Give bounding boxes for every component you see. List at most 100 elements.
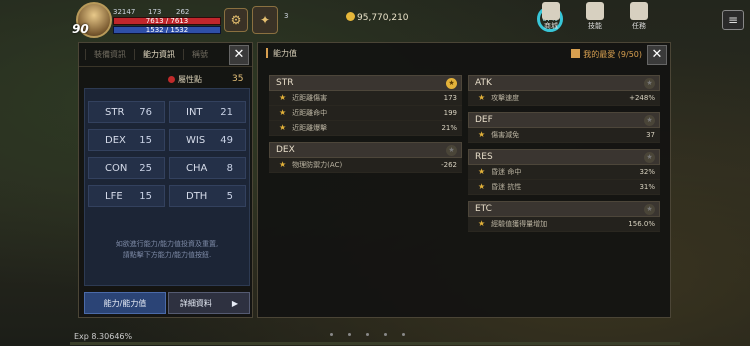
shop-icon[interactable]: 商城 (536, 2, 566, 31)
stat-lfe: LFE 15 (88, 185, 165, 207)
stat-name: CHA (186, 162, 208, 174)
stat-row: ★ 近距離傷害 173 (269, 91, 462, 106)
mini-stat-c: 262 (176, 8, 190, 16)
stat-value: 8 (226, 162, 233, 174)
stat-dex: DEX 15 (88, 129, 165, 151)
stat-value: 25 (139, 162, 152, 174)
attribute-label: 屬性點 (178, 75, 202, 84)
row-value: +248% (629, 94, 655, 102)
row-label: 攻擊速度 (491, 94, 520, 102)
buff-icon[interactable]: ✦ (252, 6, 278, 34)
attribute-points-label: 屬性點 (168, 74, 202, 85)
row-label: 近距離爆擊 (292, 124, 328, 132)
stat-name: CON (105, 162, 128, 174)
group-name: DEF (475, 115, 493, 125)
stat-wis: WIS 49 (169, 129, 246, 151)
detail-button[interactable]: 詳細資料 ▶ (168, 292, 250, 314)
row-value: 37 (646, 131, 655, 139)
right-stat-column: ATK ★ ★ 攻擊速度 +248% DEF ★ ★ 傷害減免 37 RES ★ ★ 昏迷 命中… (468, 73, 660, 232)
row-value: 32% (639, 168, 655, 176)
attribute-icon (168, 76, 175, 83)
stat-row: ★ 近距離爆擊 21% (269, 121, 462, 136)
quest-icon[interactable]: 任務 (624, 2, 654, 31)
gear-icon[interactable]: ⚙ (224, 8, 248, 32)
mini-stat-a: 32147 (113, 8, 136, 16)
favorite-star-icon[interactable]: ★ (644, 77, 655, 89)
row-value: 156.0% (628, 220, 655, 228)
attribute-points-value: 35 (232, 74, 244, 84)
stat-name: STR (105, 106, 125, 118)
stat-name: INT (186, 106, 203, 118)
row-label: 昏迷 命中 (491, 168, 522, 176)
mp-text: 1532 / 1532 (145, 26, 189, 34)
favorite-star-icon[interactable]: ★ (644, 151, 655, 163)
ability-button[interactable]: 能力/能力值 (84, 292, 166, 314)
tab-ability[interactable]: 能力資訊 (134, 49, 183, 60)
exp-bar (70, 342, 680, 345)
stat-name: DEX (105, 134, 126, 146)
stat-con: CON 25 (88, 157, 165, 179)
tab-title[interactable]: 稱號 (183, 49, 216, 60)
stat-str: STR 76 (88, 101, 165, 123)
favorites-toggle[interactable]: 我的最愛 (9/50) (571, 49, 642, 60)
group-dex: DEX ★ (269, 142, 462, 158)
row-label: 經驗值獲得量增加 (491, 220, 548, 228)
gold-display: 95,770,210 (346, 12, 409, 23)
left-stat-column: STR ★ ★ 近距離傷害 173 ★ 近距離命中 199 ★ 近距離爆擊 21% DEX ★ … (269, 73, 462, 173)
stat-name: WIS (186, 134, 206, 146)
stat-row: ★ 傷害減免 37 (468, 128, 660, 143)
star-icon: ★ (478, 182, 486, 191)
exp-text: Exp 8.30646% (74, 332, 133, 341)
stat-value: 49 (220, 134, 233, 146)
gold-amount: 95,770,210 (357, 13, 409, 23)
star-icon: ★ (478, 219, 486, 228)
stat-row: ★ 經驗值獲得量增加 156.0% (468, 217, 660, 232)
character-level: 90 (72, 22, 89, 36)
group-name: DEX (276, 145, 295, 155)
tab-equipment[interactable]: 裝備資訊 (85, 49, 134, 60)
row-label: 昏迷 抗性 (491, 183, 522, 191)
favorite-star-icon[interactable]: ★ (644, 203, 655, 215)
star-icon: ★ (478, 167, 486, 176)
row-value: 173 (443, 94, 457, 102)
stats-grid: STR 76 INT 21 DEX 15 WIS 49 CON 25 CHA 8 LFE 15… (88, 101, 246, 207)
detail-label: 詳細資料 (179, 298, 212, 308)
stat-value: 15 (139, 134, 152, 146)
quest-label: 任務 (632, 22, 646, 30)
favorites-label: 我的最愛 (9/50) (583, 50, 642, 59)
star-icon: ★ (279, 108, 287, 117)
stat-name: LFE (105, 190, 123, 202)
ability-values-panel: 能力值 我的最愛 (9/50) ✕ STR ★ ★ 近距離傷害 173 ★ 近距離命中 1… (257, 42, 671, 318)
left-buttons: 能力/能力值 詳細資料 ▶ (84, 292, 250, 314)
group-etc: ETC ★ (468, 201, 660, 217)
notice-text: 如欲進行能力/能力值投資及重置, 請點擊下方能力/能力值按鈕. (85, 239, 249, 261)
hp-bar: 7613 / 7613 (113, 17, 221, 25)
skill-icon[interactable]: 技能 (580, 2, 610, 31)
notice-line-2: 請點擊下方能力/能力值按鈕. (122, 251, 212, 259)
star-icon: ★ (478, 130, 486, 139)
stat-row: ★ 昏迷 命中 32% (468, 165, 660, 180)
close-icon[interactable]: ✕ (229, 45, 249, 65)
coin-icon (346, 12, 355, 21)
row-label: 近距離命中 (292, 109, 328, 117)
stat-row: ★ 近距離命中 199 (269, 106, 462, 121)
top-hud: 90 32147 173 262 7613 / 7613 1532 / 1532… (0, 0, 750, 40)
stat-row: ★ 攻擊速度 +248% (468, 91, 660, 106)
group-name: ETC (475, 204, 492, 214)
row-label: 近距離傷害 (292, 94, 328, 102)
group-str: STR ★ (269, 75, 462, 91)
stat-dth: DTH 5 (169, 185, 246, 207)
stat-value: 76 (139, 106, 152, 118)
panel-tabs: 裝備資訊 能力資訊 稱號 (79, 43, 252, 67)
stat-value: 15 (139, 190, 152, 202)
star-icon: ★ (279, 123, 287, 132)
skill-label: 技能 (588, 22, 602, 30)
favorite-star-icon[interactable]: ★ (446, 144, 457, 156)
star-icon: ★ (279, 93, 287, 102)
menu-button[interactable]: ≡ (722, 10, 744, 30)
group-atk: ATK ★ (468, 75, 660, 91)
favorite-star-icon[interactable]: ★ (644, 114, 655, 126)
group-name: RES (475, 152, 493, 162)
favorite-star-icon[interactable]: ★ (446, 77, 457, 89)
close-icon[interactable]: ✕ (647, 45, 667, 65)
